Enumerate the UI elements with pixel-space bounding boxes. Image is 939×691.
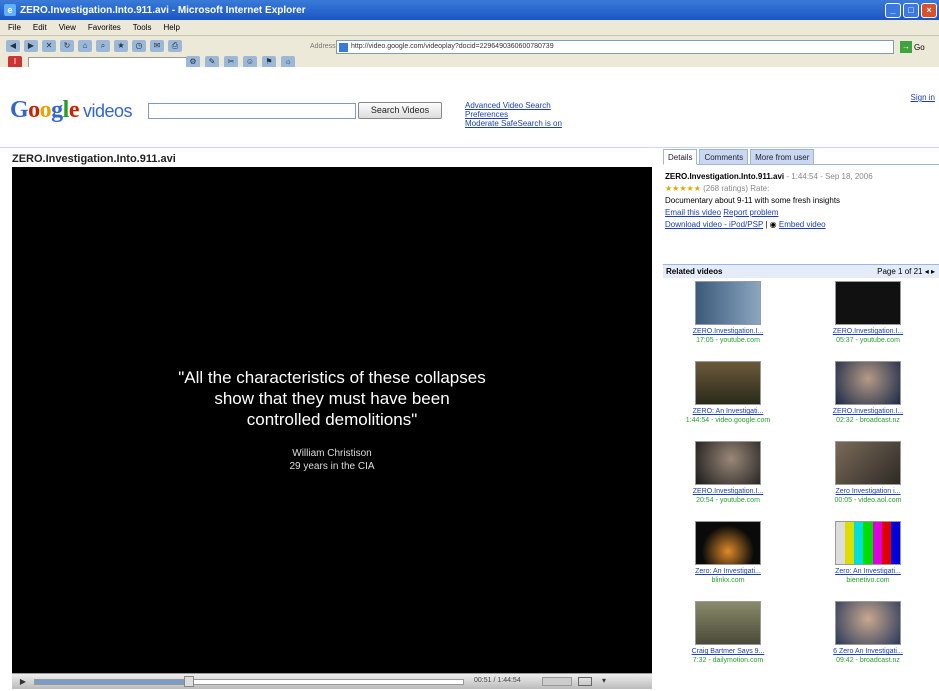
- details-meta: - 1:44:54 - Sep 18, 2006: [784, 172, 873, 181]
- address-bar[interactable]: http://video.google.com/videoplay?docid=…: [336, 40, 894, 54]
- menu-favorites[interactable]: Favorites: [88, 23, 121, 32]
- go-arrow-icon: →: [900, 41, 912, 53]
- preferences-link[interactable]: Preferences: [465, 110, 562, 119]
- maximize-button[interactable]: □: [903, 2, 919, 18]
- progress-bar[interactable]: [34, 679, 464, 685]
- mail-icon[interactable]: ✉: [150, 40, 164, 52]
- home-icon[interactable]: ⌂: [78, 40, 92, 52]
- rating-stars[interactable]: ★★★★★: [665, 184, 701, 193]
- video-player[interactable]: "All the characteristics of these collap…: [12, 167, 652, 673]
- related-video-6[interactable]: Zero Investigation i... 00:05 - video.aol…: [803, 441, 933, 505]
- video-description: Documentary about 9-11 with some fresh i…: [665, 196, 841, 205]
- related-videos-header: Related videos Page 1 of 21 ◂ ▸: [663, 264, 939, 278]
- header-divider: [0, 147, 939, 148]
- related-video-7[interactable]: Zero: An Investigati... blinkx.com: [663, 521, 793, 585]
- related-video-3[interactable]: ZERO: An Investigati... 1:44:54 - video.g…: [663, 361, 793, 425]
- go-label: Go: [914, 42, 925, 52]
- refresh-icon[interactable]: ↻: [60, 40, 74, 52]
- minimize-button[interactable]: _: [885, 2, 901, 18]
- title-bar: e ZERO.Investigation.Into.911.avi - Micr…: [0, 0, 939, 20]
- rating-count: (268 ratings) Rate:: [703, 184, 770, 193]
- progress-handle[interactable]: [184, 676, 194, 687]
- video-attribution: William Christison 29 years in the CIA: [289, 448, 375, 472]
- toolbar-search-box[interactable]: [28, 56, 198, 68]
- menu-help[interactable]: Help: [163, 23, 179, 32]
- email-video-link[interactable]: Email this video: [665, 208, 721, 217]
- tab-details[interactable]: Details: [663, 149, 698, 165]
- menu-view[interactable]: View: [59, 23, 76, 32]
- video-search-input[interactable]: [148, 103, 356, 119]
- fullscreen-icon[interactable]: [578, 677, 592, 686]
- details-title: ZERO.Investigation.Into.911.avi: [665, 172, 785, 181]
- address-label: Address: [310, 43, 336, 50]
- size-menu-icon[interactable]: ▾: [602, 676, 606, 685]
- related-video-2[interactable]: ZERO.Investigation.I... 05:37 - youtube.c…: [803, 281, 933, 345]
- side-panel: Details Comments More from user ZERO.Inv…: [663, 149, 939, 691]
- address-url: http://video.google.com/videoplay?docid=…: [351, 43, 554, 50]
- download-link[interactable]: Download video - iPod/PSP: [665, 220, 763, 229]
- related-video-8[interactable]: Zero: An Investigati... bienetivo.com: [803, 521, 933, 585]
- sign-in-link[interactable]: Sign in: [911, 93, 935, 102]
- related-video-10[interactable]: 6 Zero An Investigati... 09:42 - broadcas…: [803, 601, 933, 665]
- print-icon[interactable]: ⎙: [168, 40, 182, 52]
- tab-comments[interactable]: Comments: [699, 149, 749, 165]
- close-button[interactable]: ×: [921, 2, 937, 18]
- volume-slider[interactable]: [542, 677, 572, 686]
- toolbar: ◀ ▶ ✕ ↻ ⌂ ⌕ ★ ◷ ✉ ⎙ Address http://video…: [0, 35, 939, 68]
- embed-radio-icon[interactable]: ◉: [770, 220, 777, 229]
- menu-tools[interactable]: Tools: [133, 23, 152, 32]
- time-display: 00:51 / 1:44:54: [474, 677, 521, 684]
- web-page: Google videos Search Videos Advanced Vide…: [0, 67, 939, 691]
- advanced-search-link[interactable]: Advanced Video Search: [465, 101, 562, 110]
- play-icon[interactable]: ▶: [16, 676, 30, 687]
- related-video-9[interactable]: Craig Bartmer Says 9... 7:32 - dailymotio…: [663, 601, 793, 665]
- details-box: ZERO.Investigation.Into.911.avi - 1:44:5…: [663, 167, 939, 257]
- related-video-4[interactable]: ZERO.Investigation.I... 02:32 - broadcast…: [803, 361, 933, 425]
- search-icon[interactable]: ⌕: [96, 40, 110, 52]
- window-title: ZERO.Investigation.Into.911.avi - Micros…: [20, 4, 306, 16]
- menu-file[interactable]: File: [8, 23, 21, 32]
- related-video-1[interactable]: ZERO.Investigation.I... 17:05 - youtube.c…: [663, 281, 793, 345]
- forward-icon[interactable]: ▶: [24, 40, 38, 52]
- page-icon: [339, 43, 348, 52]
- history-icon[interactable]: ◷: [132, 40, 146, 52]
- stop-icon[interactable]: ✕: [42, 40, 56, 52]
- safesearch-link[interactable]: Moderate SafeSearch is on: [465, 119, 562, 128]
- menu-edit[interactable]: Edit: [33, 23, 47, 32]
- related-video-5[interactable]: ZERO.Investigation.I... 20:54 - youtube.c…: [663, 441, 793, 505]
- menu-bar: File Edit View Favorites Tools Help: [0, 20, 939, 35]
- next-page-icon[interactable]: ▸: [931, 267, 935, 276]
- google-videos-logo[interactable]: Google videos: [10, 97, 133, 124]
- ie-icon: e: [4, 4, 16, 16]
- player-controls: ▶ 00:51 / 1:44:54 ▾: [12, 673, 652, 689]
- prev-page-icon[interactable]: ◂: [925, 267, 929, 276]
- video-title: ZERO.Investigation.Into.911.avi: [12, 153, 176, 165]
- page-indicator: Page 1 of 21: [877, 267, 923, 276]
- report-problem-link[interactable]: Report problem: [723, 208, 778, 217]
- embed-video-link[interactable]: Embed video: [779, 220, 826, 229]
- go-button[interactable]: → Go: [900, 40, 936, 54]
- favorites-icon[interactable]: ★: [114, 40, 128, 52]
- search-videos-button[interactable]: Search Videos: [358, 102, 442, 119]
- back-icon[interactable]: ◀: [6, 40, 20, 52]
- video-quote: "All the characteristics of these collap…: [178, 368, 486, 429]
- tab-more-from-user[interactable]: More from user: [750, 149, 815, 165]
